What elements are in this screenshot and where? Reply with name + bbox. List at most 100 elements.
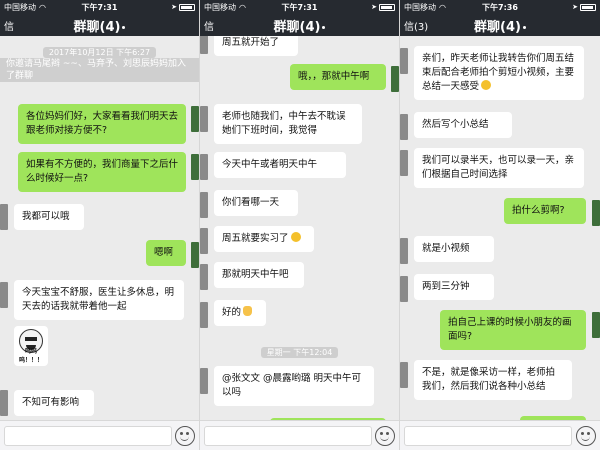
carrier-label: 中国移动 bbox=[204, 2, 236, 12]
smile-emoji-icon bbox=[290, 232, 301, 242]
message-bubble[interactable]: 拍自己上课的时候小朋友的画面吗? bbox=[440, 310, 586, 350]
input-bar bbox=[0, 420, 199, 450]
message-list[interactable]: 亲们，昨天老师让我转告你们周五结束后配合老师拍个剪短小视频，主要总结一天感受 然… bbox=[400, 36, 600, 420]
wifi-icon: ◠ bbox=[239, 2, 246, 12]
avatar[interactable] bbox=[200, 264, 208, 290]
timestamp-text: 2017年10月12日 下午6:27 bbox=[42, 47, 157, 58]
chat-title: 群聊(4) bbox=[0, 16, 199, 35]
message-bubble[interactable]: 好的 bbox=[214, 300, 266, 326]
avatar[interactable] bbox=[592, 200, 600, 226]
avatar[interactable] bbox=[400, 114, 408, 140]
ok-hand-emoji-icon bbox=[243, 306, 253, 316]
nav-bar: 信(3) 群聊(4) bbox=[400, 14, 600, 36]
avatar[interactable] bbox=[0, 390, 8, 416]
back-button[interactable]: 信 bbox=[4, 18, 14, 33]
user-icon bbox=[522, 25, 526, 29]
user-icon bbox=[122, 25, 126, 29]
wifi-icon: ◠ bbox=[439, 2, 446, 12]
avatar[interactable] bbox=[200, 302, 208, 328]
message-text: 亲们，昨天老师让我转告你们周五结束后配合老师拍个剪短小视频，主要总结一天感受 bbox=[422, 53, 575, 92]
message-bubble[interactable]: 我都可以哦 bbox=[14, 204, 84, 230]
chat-title-text: 群聊(4) bbox=[474, 19, 521, 35]
avatar[interactable] bbox=[391, 66, 399, 92]
avatar[interactable] bbox=[200, 154, 208, 180]
chat-title-text: 群聊(4) bbox=[73, 19, 121, 35]
avatar[interactable] bbox=[200, 36, 208, 54]
chat-panel-3: 中国移动 ◠ 下午7:36 ➤ 信(3) 群聊(4) 亲们，昨天老师让我转告你们… bbox=[400, 0, 600, 450]
message-bubble[interactable]: 那就明天中午吧 bbox=[214, 262, 304, 288]
message-bubble[interactable]: 老师也随我们，中午去不耽误她们下班时间，我觉得 bbox=[214, 104, 362, 144]
smile-emoji-icon bbox=[481, 80, 492, 90]
timestamp-text: 星期一 下午12:04 bbox=[260, 347, 339, 358]
message-bubble[interactable]: @张文文 @晨露哟璐 明天中午可以吗 bbox=[214, 366, 374, 406]
avatar[interactable] bbox=[592, 312, 600, 338]
meme-eyes bbox=[25, 337, 37, 341]
message-bubble[interactable]: 亲们，昨天老师让我转告你们周五结束后配合老师拍个剪短小视频，主要总结一天感受 bbox=[414, 46, 584, 100]
timestamp: 2017年10月12日 下午6:27 bbox=[0, 44, 199, 58]
system-message: 你邀请马尾辫 ~~、马弃予、刘思辰妈妈加入了群聊 bbox=[0, 58, 199, 82]
sticker-caption: 呜呜呜！！！ bbox=[18, 348, 43, 364]
message-bubble[interactable]: 周五就开始了 bbox=[214, 36, 298, 56]
message-input[interactable] bbox=[404, 426, 572, 446]
message-input[interactable] bbox=[204, 426, 372, 446]
smiley-icon[interactable] bbox=[175, 426, 195, 446]
status-bar: 中国移动 ◠ 下午7:31 ➤ bbox=[0, 0, 199, 14]
status-bar: 中国移动 ◠ 下午7:31 ➤ bbox=[200, 0, 399, 14]
message-bubble[interactable]: 周五就要实习了 bbox=[214, 226, 314, 252]
message-input[interactable] bbox=[4, 426, 172, 446]
message-bubble[interactable]: 如果有不方便的，我们商量下之后什么时候好一点? bbox=[18, 152, 186, 192]
message-bubble[interactable]: 然后写个小总结 bbox=[414, 112, 512, 138]
avatar[interactable] bbox=[400, 150, 408, 176]
avatar[interactable] bbox=[400, 48, 408, 74]
nav-bar: 信 群聊(4) bbox=[200, 14, 399, 36]
smiley-icon[interactable] bbox=[375, 426, 395, 446]
smiley-icon[interactable] bbox=[576, 426, 596, 446]
message-bubble[interactable]: 就是小视频 bbox=[414, 236, 494, 262]
back-button[interactable]: 信 bbox=[204, 18, 214, 33]
message-bubble[interactable]: 哦，，那就中午啊 bbox=[290, 64, 386, 90]
avatar[interactable] bbox=[400, 238, 408, 264]
message-text: 周五就要实习了 bbox=[222, 233, 289, 244]
timestamp: 星期一 下午12:04 bbox=[200, 344, 399, 358]
chat-title: 群聊(4) bbox=[200, 16, 399, 35]
message-bubble[interactable]: 我们可以录半天，也可以录一天，亲们根据自己时间选择 bbox=[414, 148, 584, 188]
battery-icon bbox=[379, 3, 395, 11]
avatar[interactable] bbox=[191, 154, 199, 180]
message-bubble[interactable]: 各位妈妈们好，大家看看我们明天去跟老师对接方便不? bbox=[18, 104, 186, 144]
message-bubble[interactable]: 今天宝宝不舒服，医生让多休息，明天去的话我就带着他一起 bbox=[14, 280, 184, 320]
message-list[interactable]: 2017年10月12日 下午6:27 你邀请马尾辫 ~~、马弃予、刘思辰妈妈加入… bbox=[0, 36, 199, 420]
input-bar bbox=[200, 420, 399, 450]
avatar[interactable] bbox=[200, 192, 208, 218]
avatar[interactable] bbox=[0, 204, 8, 230]
avatar[interactable] bbox=[400, 362, 408, 388]
location-icon: ➤ bbox=[572, 3, 578, 11]
avatar[interactable] bbox=[200, 228, 208, 254]
chat-panel-1: 中国移动 ◠ 下午7:31 ➤ 信 群聊(4) 2017年10月12日 下午6:… bbox=[0, 0, 200, 450]
battery-icon bbox=[580, 3, 596, 11]
message-bubble[interactable]: 今天中午或者明天中午 bbox=[214, 152, 346, 178]
back-button[interactable]: 信(3) bbox=[404, 18, 428, 33]
message-bubble[interactable]: 拍什么剪啊? bbox=[504, 198, 586, 224]
avatar[interactable] bbox=[0, 282, 8, 308]
message-bubble[interactable]: 你们看哪一天 bbox=[214, 190, 298, 216]
message-bubble[interactable]: 不是，就是像采访一样，老师拍我们，然后我们说各种小总结 bbox=[414, 360, 572, 400]
avatar[interactable] bbox=[200, 368, 208, 394]
sticker-image[interactable]: 呜呜呜！！！ bbox=[14, 326, 48, 366]
avatar[interactable] bbox=[191, 106, 199, 132]
location-icon: ➤ bbox=[171, 3, 177, 11]
chat-title: 群聊(4) bbox=[400, 16, 600, 35]
message-bubble[interactable]: 嗯啊 bbox=[146, 240, 186, 266]
message-bubble[interactable]: 不知可有影响 bbox=[14, 390, 94, 416]
input-bar bbox=[400, 420, 600, 450]
carrier-label: 中国移动 bbox=[404, 2, 436, 12]
message-bubble[interactable]: 两到三分钟 bbox=[414, 274, 494, 300]
message-text: 好的 bbox=[222, 307, 242, 318]
avatar[interactable] bbox=[200, 106, 208, 132]
avatar[interactable] bbox=[191, 242, 199, 268]
location-icon: ➤ bbox=[371, 3, 377, 11]
avatar[interactable] bbox=[400, 276, 408, 302]
wifi-icon: ◠ bbox=[39, 2, 46, 12]
user-icon bbox=[322, 25, 326, 29]
message-list[interactable]: 周五就开始了 哦，，那就中午啊 老师也随我们，中午去不耽误她们下班时间，我觉得 … bbox=[200, 36, 399, 420]
chat-title-text: 群聊(4) bbox=[273, 19, 321, 35]
